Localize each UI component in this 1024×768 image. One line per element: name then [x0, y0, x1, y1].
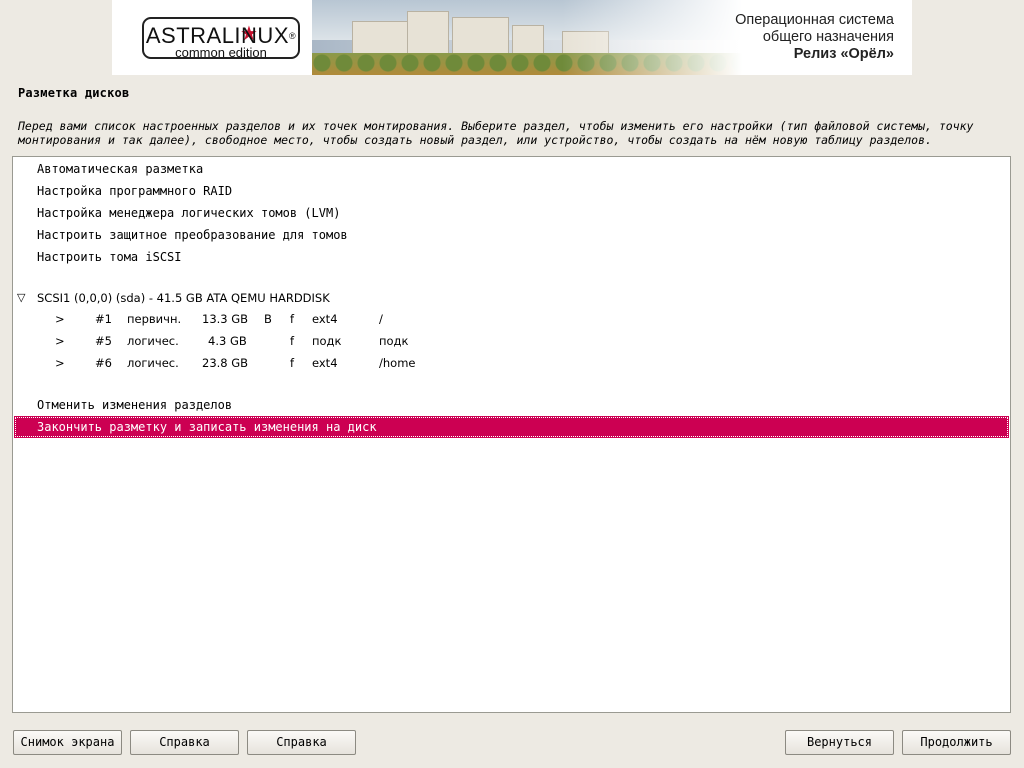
help-button-2[interactable]: Справка — [247, 730, 356, 755]
screenshot-button[interactable]: Снимок экрана — [13, 730, 122, 755]
partition-list[interactable]: Автоматическая разметка Настройка програ… — [12, 156, 1011, 713]
page-description: Перед вами список настроенных разделов и… — [18, 119, 974, 147]
menu-item-encrypted-volumes[interactable]: Настроить защитное преобразование для то… — [14, 224, 1009, 246]
os-release-text: Операционная система общего назначения Р… — [735, 12, 894, 63]
help-button[interactable]: Справка — [130, 730, 239, 755]
menu-item-finish-partitioning[interactable]: Закончить разметку и записать изменения … — [14, 416, 1009, 438]
triangle-down-icon[interactable]: ▽ — [17, 287, 25, 309]
menu-item-iscsi[interactable]: Настроить тома iSCSI — [14, 246, 1009, 268]
back-button[interactable]: Вернуться — [785, 730, 894, 755]
release-name: Релиз «Орёл» — [793, 46, 894, 62]
os-line-2: общего назначения — [762, 29, 894, 45]
logo-sub-text: common edition — [175, 45, 267, 60]
partition-row[interactable]: > #1 первичн. 13.3 GB B f ext4 / — [14, 308, 1009, 330]
menu-item-undo-changes[interactable]: Отменить изменения разделов — [14, 394, 1009, 416]
continue-button[interactable]: Продолжить — [902, 730, 1011, 755]
logo-registered-mark: ® — [289, 31, 297, 41]
partition-row[interactable]: > #6 логичес. 23.8 GB f ext4 /home — [14, 352, 1009, 374]
menu-item-lvm[interactable]: Настройка менеджера логических томов (LV… — [14, 202, 1009, 224]
menu-item-auto-partition[interactable]: Автоматическая разметка — [14, 158, 1009, 180]
partition-row[interactable]: > #5 логичес. 4.3 GB f подк подк — [14, 330, 1009, 352]
disk-sda[interactable]: ▽ SCSI1 (0,0,0) (sda) - 41.5 GB ATA QEMU… — [14, 287, 1009, 309]
page-title: Разметка дисков — [18, 86, 130, 100]
menu-item-software-raid[interactable]: Настройка программного RAID — [14, 180, 1009, 202]
city-photo — [312, 0, 742, 75]
astralinux-logo: ★ ASTRALINUX® common edition — [142, 17, 300, 59]
os-line-1: Операционная система — [735, 12, 894, 28]
banner: ★ ASTRALINUX® common edition Операционна… — [112, 0, 912, 75]
